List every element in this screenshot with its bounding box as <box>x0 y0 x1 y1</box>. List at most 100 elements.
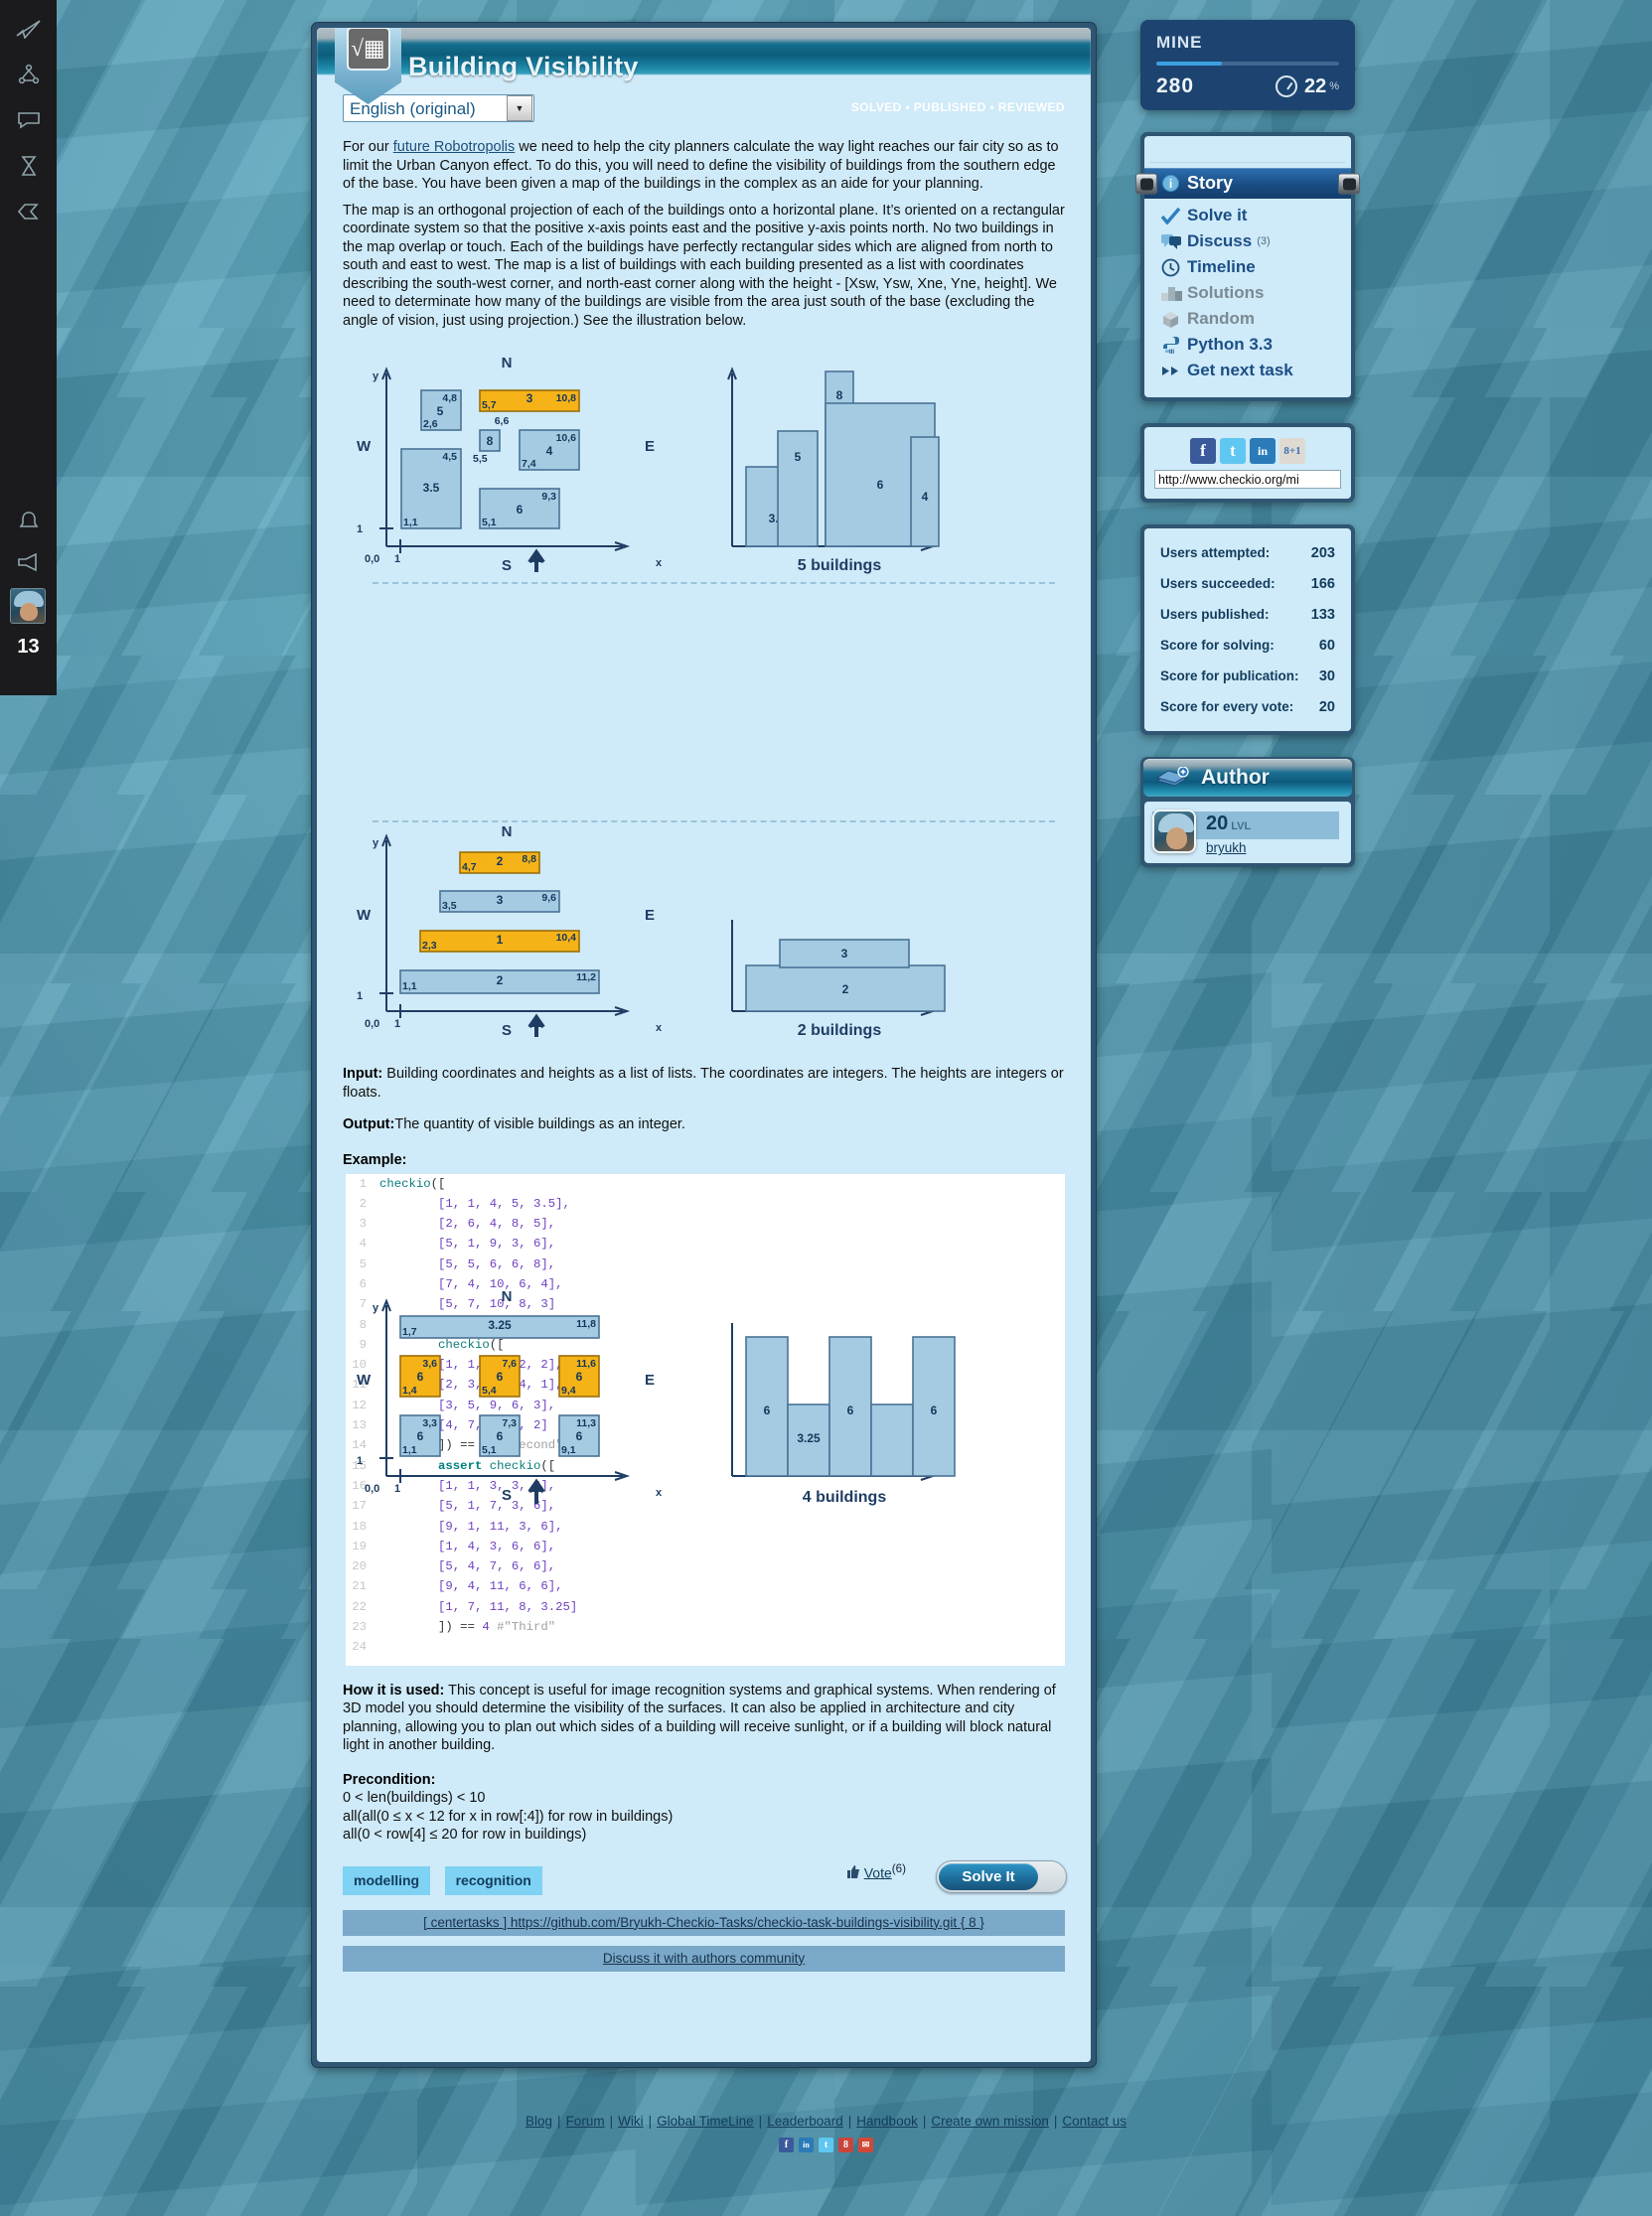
compass-north: N <box>502 355 513 371</box>
sidebar-item-random[interactable]: Random <box>1144 306 1351 332</box>
sidebar-item-solve-it[interactable]: Solve it <box>1144 203 1351 228</box>
diamond-tag-icon[interactable] <box>0 189 57 234</box>
stat-key: Score for solving: <box>1160 638 1275 653</box>
discuss-community-link[interactable]: Discuss it with authors community <box>343 1945 1065 1972</box>
tick-y: 1 <box>357 1455 363 1467</box>
bell-icon[interactable] <box>0 499 57 544</box>
code-line-number: 2 <box>359 1196 367 1211</box>
mission-nav-panel: i Story Solve it Discuss (3) Timeline So… <box>1135 132 1360 401</box>
code-line-number: 4 <box>359 1237 367 1252</box>
facebook-icon[interactable]: f <box>1190 438 1216 464</box>
linkedin-icon[interactable]: in <box>1250 438 1276 464</box>
stat-value: 166 <box>1310 575 1335 592</box>
code-line-number: 23 <box>352 1620 367 1635</box>
input-spec: Input: Building coordinates and heights … <box>343 1065 1065 1102</box>
code-line: 4 [5, 1, 9, 3, 6], <box>346 1234 1065 1254</box>
footer-link[interactable]: Create own mission <box>931 2114 1049 2129</box>
code-line-number: 5 <box>359 1256 367 1271</box>
stat-key: Users attempted: <box>1160 545 1271 560</box>
footer-link[interactable]: Contact us <box>1062 2114 1126 2129</box>
facebook-icon[interactable]: f <box>779 2138 794 2152</box>
author-panel-title: Author <box>1201 766 1270 789</box>
status-badge: SOLVED • PUBLISHED • REVIEWED <box>850 100 1065 114</box>
linkedin-icon[interactable]: in <box>799 2138 814 2152</box>
avatar[interactable] <box>1152 810 1196 853</box>
code-line-number: 1 <box>359 1176 367 1191</box>
footer-link[interactable]: Wiki <box>618 2114 644 2129</box>
sidebar-item-python[interactable]: III Python 3.3 <box>1144 332 1351 358</box>
robotropolis-link[interactable]: future Robotropolis <box>393 139 516 155</box>
author-username[interactable]: bryukh <box>1206 840 1251 855</box>
footer-link[interactable]: Global TimeLine <box>657 2114 754 2129</box>
corner-ne: 4,8 <box>442 392 457 404</box>
share-url-input[interactable]: http://www.checkio.org/mi <box>1154 470 1341 489</box>
footer-link[interactable]: Leaderboard <box>767 2114 843 2129</box>
checkmark-icon <box>1161 206 1187 225</box>
sidebar-item-timeline[interactable]: Timeline <box>1144 254 1351 280</box>
code-line-number: 24 <box>352 1640 367 1655</box>
dice-icon <box>1161 309 1187 329</box>
chevron-down-icon[interactable]: ▼ <box>507 95 532 121</box>
compass-east: E <box>645 1372 655 1389</box>
speedometer-icon <box>1275 75 1297 97</box>
profile-label: 5 <box>795 450 802 464</box>
compass-south: S <box>502 557 512 574</box>
height-label: 5 <box>437 404 444 418</box>
precondition-line: all(0 < row[4] ≤ 20 for row in buildings… <box>343 1827 587 1843</box>
sidebar-item-solutions[interactable]: Solutions <box>1144 280 1351 306</box>
compass-east: E <box>645 438 655 455</box>
profile-label: 6 <box>847 1403 854 1417</box>
python-icon: III <box>1161 335 1187 355</box>
input-label: Input: <box>343 1066 383 1082</box>
google-plus-icon[interactable]: 8 <box>838 2138 853 2152</box>
profile-label: 6 <box>877 478 884 492</box>
height-label: 6 <box>517 503 524 517</box>
axis-label-y: y <box>373 370 379 382</box>
footer-link[interactable]: Blog <box>526 2114 552 2129</box>
figure-caption: 5 buildings <box>798 557 882 574</box>
book-plus-icon <box>1156 767 1189 787</box>
height-label: 6 <box>417 1370 424 1384</box>
google-plus-icon[interactable]: 8+1 <box>1279 438 1305 464</box>
user-avatar[interactable] <box>10 588 46 624</box>
tag-recognition[interactable]: recognition <box>444 1865 542 1895</box>
intro-paragraph: For our future Robotropolis we need to h… <box>343 138 1065 194</box>
profile-label: 6 <box>931 1403 938 1417</box>
twitter-icon[interactable]: t <box>1220 438 1246 464</box>
vote-block[interactable]: Vote(6) <box>846 1862 906 1880</box>
footer-link[interactable]: Handbook <box>856 2114 918 2129</box>
repo-link[interactable]: [ centertasks ] https://github.com/Bryuk… <box>343 1909 1065 1936</box>
compass-south: S <box>502 1487 512 1504</box>
sidebar-item-get-next-task[interactable]: Get next task <box>1144 358 1351 383</box>
sidebar-item-discuss[interactable]: Discuss (3) <box>1144 228 1351 254</box>
corner-ne: 10,6 <box>556 432 577 444</box>
sidebar-item-story[interactable]: i Story <box>1135 168 1360 199</box>
footer-link[interactable]: Forum <box>566 2114 605 2129</box>
precondition-block: Precondition: 0 < len(buildings) < 10 al… <box>343 1771 1065 1845</box>
footer-separator: | <box>609 2114 614 2129</box>
megaphone-icon[interactable] <box>0 539 57 585</box>
solve-it-label: Solve It <box>939 1862 1038 1890</box>
share-nodes-icon[interactable] <box>0 52 57 97</box>
height-label: 4 <box>546 444 553 458</box>
axis-label-x: x <box>656 557 663 569</box>
solve-it-button[interactable]: Solve It <box>936 1859 1067 1893</box>
email-icon[interactable]: ✉ <box>858 2138 873 2152</box>
tag-modelling[interactable]: modelling <box>343 1865 431 1895</box>
vote-link[interactable]: Vote <box>864 1864 892 1880</box>
corner-ne: 6,6 <box>495 415 510 427</box>
code-line-text: [9, 1, 11, 3, 6], <box>438 1519 563 1534</box>
twitter-icon[interactable]: t <box>819 2138 833 2152</box>
thumbs-up-icon[interactable] <box>846 1864 860 1879</box>
tick-y: 1 <box>357 523 363 535</box>
code-line-number: 18 <box>352 1519 367 1534</box>
height-label: 6 <box>497 1429 504 1443</box>
svg-text:i: i <box>1169 177 1172 191</box>
paper-plane-icon[interactable] <box>0 6 57 52</box>
speech-bubble-icon[interactable] <box>0 97 57 143</box>
corner-sw: 2,6 <box>423 418 438 430</box>
hourglass-icon[interactable] <box>0 143 57 189</box>
code-line: 24 <box>346 1637 1065 1657</box>
author-level-suffix: LVL <box>1231 820 1252 832</box>
mine-percent: 22 <box>1303 74 1327 97</box>
